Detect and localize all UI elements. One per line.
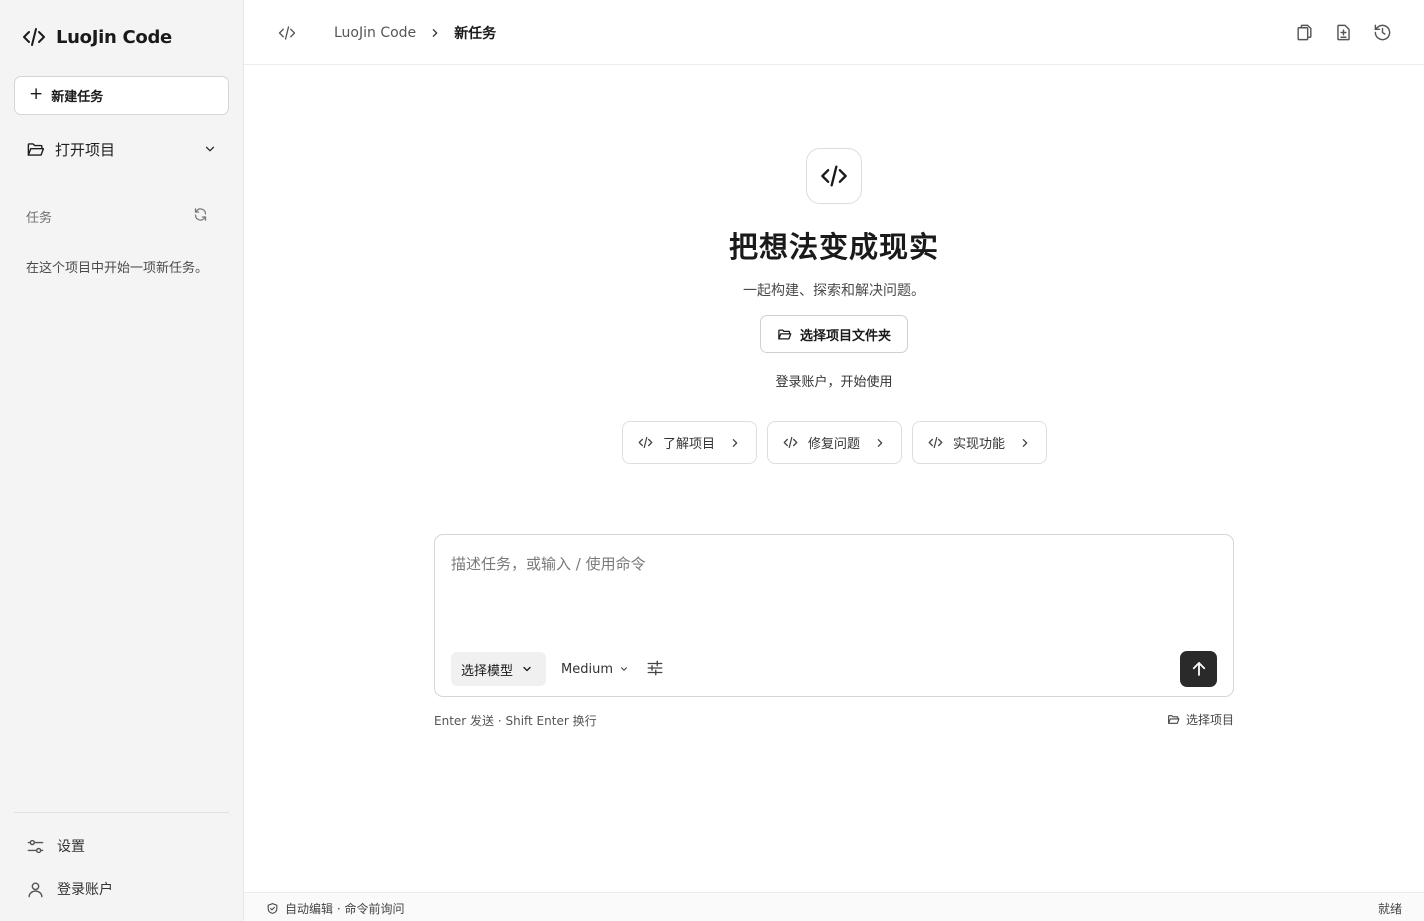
- effort-select[interactable]: Medium: [561, 652, 629, 686]
- folder-icon: [26, 140, 45, 159]
- effort-select-label: Medium: [561, 661, 613, 677]
- app-window: LuoJin Code + 新建任务 打开项目 任务 在这个项目中开始一项新任务…: [0, 0, 1424, 921]
- task-input[interactable]: [451, 553, 1211, 643]
- chevron-down-icon: [521, 663, 533, 675]
- composer-hint: Enter 发送 · Shift Enter 换行: [434, 714, 597, 728]
- code-icon: [820, 162, 848, 190]
- code-icon: [928, 435, 943, 450]
- new-task-label: 新建任务: [51, 90, 104, 105]
- hero-title: 把想法变成现实: [728, 230, 939, 264]
- suggestion-chips: 了解项目 修复问题 实现功能: [622, 421, 1047, 464]
- composer-project-label: 选择项目: [1185, 713, 1234, 727]
- file-diff-icon[interactable]: [1333, 21, 1353, 43]
- tasks-empty-text: 在这个项目中开始一项新任务。: [26, 261, 209, 276]
- status-bar: 自动编辑 · 命令前询问 就绪: [244, 892, 1424, 921]
- header-actions: [1294, 21, 1392, 43]
- app-title: LuoJin Code: [56, 26, 172, 48]
- settings-link[interactable]: 设置: [26, 834, 85, 858]
- login-link[interactable]: 登录账户: [26, 877, 113, 901]
- composer: 选择模型 Medium: [434, 534, 1234, 697]
- suggestion-chip-implement[interactable]: 实现功能: [912, 421, 1047, 464]
- user-icon: [26, 880, 45, 899]
- refresh-icon[interactable]: [193, 207, 208, 222]
- chevron-down-icon: [203, 142, 217, 156]
- pick-folder-button[interactable]: 选择项目文件夹: [760, 315, 908, 353]
- open-project-dropdown[interactable]: 打开项目: [14, 128, 229, 170]
- history-icon[interactable]: [1372, 21, 1392, 43]
- sidebar-divider: [14, 812, 229, 813]
- open-project-label: 打开项目: [55, 140, 116, 159]
- model-select[interactable]: 选择模型: [451, 652, 546, 686]
- folder-icon: [777, 327, 792, 342]
- code-icon: [22, 25, 46, 49]
- login-hint: 登录账户，开始使用: [775, 375, 893, 390]
- send-button[interactable]: [1180, 651, 1217, 687]
- chevron-right-icon: [430, 28, 440, 38]
- code-icon: [278, 24, 296, 42]
- login-label: 登录账户: [57, 882, 113, 898]
- hero-subtitle: 一起构建、探索和解决问题。: [743, 283, 925, 299]
- breadcrumb-current: 新任务: [454, 26, 497, 42]
- sliders-icon: [26, 837, 45, 856]
- code-icon: [638, 435, 653, 450]
- pick-folder-label: 选择项目文件夹: [799, 328, 891, 344]
- code-icon: [783, 435, 798, 450]
- hero-logo: [806, 148, 862, 204]
- settings-label: 设置: [57, 839, 85, 855]
- shield-check-icon: [266, 902, 279, 915]
- chevron-right-icon: [1020, 438, 1030, 448]
- suggestion-label: 实现功能: [953, 437, 1006, 452]
- tune-icon[interactable]: [646, 659, 666, 679]
- arrow-up-icon: [1190, 660, 1208, 678]
- model-select-label: 选择模型: [461, 663, 514, 679]
- chevron-down-icon: [619, 664, 629, 674]
- status-ready: 就绪: [1377, 902, 1402, 916]
- brand: LuoJin Code: [22, 24, 172, 50]
- folder-icon: [1167, 713, 1180, 726]
- tasks-section-label: 任务: [26, 211, 53, 226]
- plus-icon: +: [29, 84, 44, 104]
- chevron-right-icon: [875, 438, 885, 448]
- breadcrumb-project[interactable]: LuoJin Code: [334, 25, 416, 41]
- breadcrumb: LuoJin Code 新任务: [278, 22, 496, 44]
- suggestion-label: 修复问题: [808, 437, 861, 452]
- new-task-button[interactable]: + 新建任务: [14, 76, 229, 115]
- chevron-right-icon: [730, 438, 740, 448]
- header: LuoJin Code 新任务: [244, 0, 1424, 65]
- copy-icon[interactable]: [1294, 21, 1314, 43]
- status-mode-label: 自动编辑 · 命令前询问: [285, 902, 405, 916]
- sidebar: LuoJin Code + 新建任务 打开项目 任务 在这个项目中开始一项新任务…: [0, 0, 244, 921]
- suggestion-chip-understand[interactable]: 了解项目: [622, 421, 757, 464]
- status-mode[interactable]: 自动编辑 · 命令前询问: [266, 900, 404, 917]
- composer-project-select[interactable]: 选择项目: [1167, 711, 1234, 728]
- suggestion-label: 了解项目: [663, 437, 716, 452]
- suggestion-chip-fix[interactable]: 修复问题: [767, 421, 902, 464]
